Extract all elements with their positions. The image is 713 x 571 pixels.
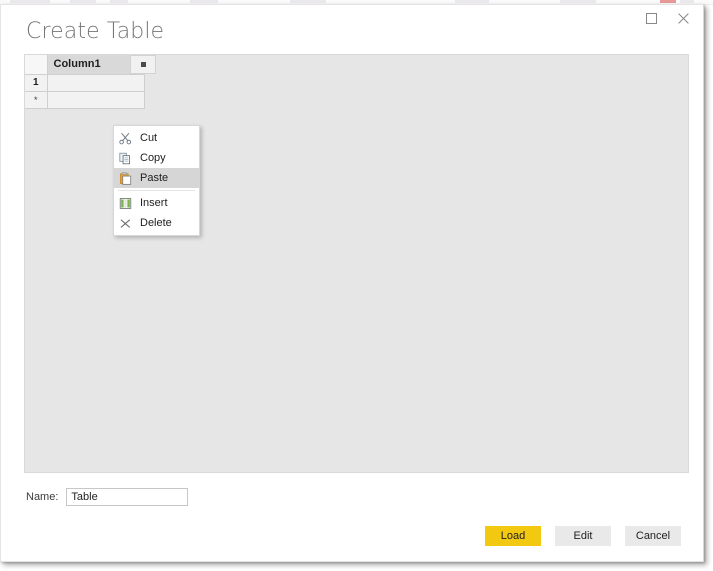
column-header-label: Column1: [53, 58, 101, 71]
context-menu-label: Copy: [140, 152, 166, 164]
context-menu-label: Paste: [140, 172, 169, 184]
dropdown-filter-icon: [140, 62, 146, 67]
copy-icon: [114, 148, 136, 168]
create-table-dialog: Create Table Column1 1 * Cut Copy Paste …: [0, 4, 704, 562]
clipboard-icon: [114, 168, 136, 188]
maximize-icon: [645, 12, 657, 24]
context-menu-separator: [118, 190, 195, 191]
context-menu-item-insert[interactable]: Insert: [114, 193, 199, 213]
name-field-row: Name:: [26, 488, 189, 506]
context-menu-label: Delete: [140, 217, 172, 229]
scissors-icon: [114, 128, 136, 148]
close-button[interactable]: [667, 5, 699, 31]
delete-x-icon: [114, 213, 136, 233]
context-menu: Cut Copy Paste Insert Delete: [113, 125, 200, 236]
dialog-titlebar: Create Table: [1, 5, 703, 44]
context-menu-item-copy[interactable]: Copy: [114, 148, 199, 168]
grid-corner-cell[interactable]: [25, 55, 48, 75]
table-row: 1: [25, 74, 145, 92]
context-menu-item-paste[interactable]: Paste: [114, 168, 199, 188]
name-label: Name:: [26, 491, 59, 503]
insert-column-icon: [114, 193, 136, 213]
cell-row1-column1[interactable]: [47, 74, 145, 92]
table-row: *: [25, 91, 145, 109]
row-header-1[interactable]: 1: [25, 74, 48, 92]
dialog-footer-buttons: Load Edit Cancel: [485, 526, 681, 546]
cancel-button[interactable]: Cancel: [625, 526, 681, 546]
page-title: Create Table: [26, 19, 165, 44]
table-grid-panel: Column1 1 * Cut Copy Paste Insert Delete: [24, 54, 689, 473]
maximize-button[interactable]: [635, 5, 667, 31]
name-input[interactable]: [66, 488, 189, 506]
load-button[interactable]: Load: [485, 526, 541, 546]
grid-header-row: Column1: [25, 55, 145, 75]
context-menu-item-delete[interactable]: Delete: [114, 213, 199, 233]
column-filter-button[interactable]: [130, 55, 156, 74]
window-controls: [635, 5, 699, 31]
context-menu-item-cut[interactable]: Cut: [114, 128, 199, 148]
close-icon: [677, 12, 689, 24]
edit-button[interactable]: Edit: [555, 526, 611, 546]
context-menu-label: Cut: [140, 132, 158, 144]
row-header-new[interactable]: *: [25, 91, 48, 109]
context-menu-label: Insert: [140, 197, 168, 209]
table-grid: Column1 1 *: [25, 55, 145, 109]
cell-newrow-column1[interactable]: [47, 91, 145, 109]
